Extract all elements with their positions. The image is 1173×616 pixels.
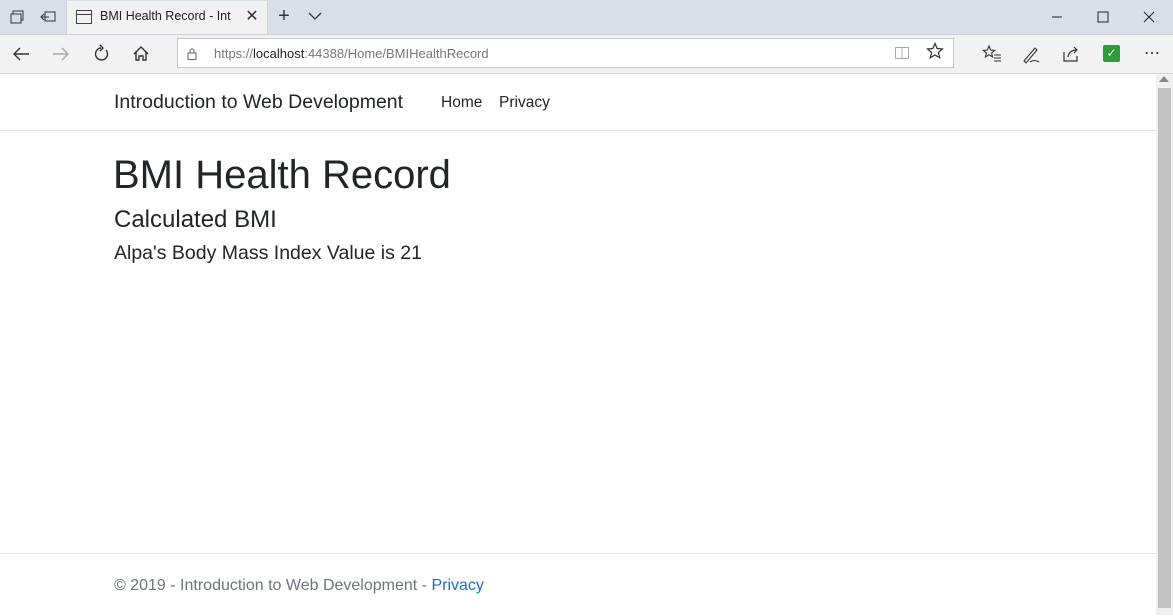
scroll-up-arrow-icon[interactable]: [1159, 76, 1169, 82]
nav-privacy-link[interactable]: Privacy: [499, 94, 550, 112]
site-brand-link[interactable]: Introduction to Web Development: [114, 91, 403, 114]
url-scheme: https://: [214, 46, 254, 61]
favorites-icon[interactable]: [981, 43, 1003, 65]
reading-view-icon[interactable]: [894, 45, 910, 61]
footer-privacy-link[interactable]: Privacy: [431, 577, 483, 594]
url-text[interactable]: https://localhost:44388/Home/BMIHealthRe…: [214, 46, 489, 61]
site-footer: © 2019 - Introduction to Web Development…: [0, 553, 1156, 616]
scrollbar-thumb[interactable]: [1158, 88, 1171, 608]
tab-actions-icon[interactable]: [9, 9, 25, 25]
extension-check-icon[interactable]: ✓: [1103, 45, 1120, 62]
home-icon[interactable]: [129, 42, 153, 66]
star-icon[interactable]: [926, 42, 944, 65]
tab-title: BMI Health Record - Int: [100, 9, 231, 23]
section-heading: Calculated BMI: [114, 206, 277, 233]
footer-copyright: © 2019 - Introduction to Web Development…: [114, 577, 432, 594]
chevron-down-icon[interactable]: [306, 8, 324, 24]
close-icon[interactable]: [1138, 6, 1160, 28]
lock-icon[interactable]: [187, 47, 197, 60]
browser-titlebar: BMI Health Record - Int ✕ +: [0, 0, 1173, 35]
page-title: BMI Health Record: [113, 153, 451, 197]
back-tabs-icon[interactable]: [40, 9, 56, 25]
share-icon[interactable]: [1060, 43, 1082, 65]
page-viewport: Introduction to Web Development Home Pri…: [0, 74, 1156, 615]
pen-icon[interactable]: [1020, 43, 1042, 65]
refresh-icon[interactable]: [89, 42, 113, 66]
more-icon[interactable]: ⋯: [1141, 43, 1163, 65]
vertical-scrollbar[interactable]: [1156, 74, 1173, 615]
new-tab-button[interactable]: +: [276, 6, 292, 26]
forward-arrow-icon[interactable]: [49, 42, 73, 66]
browser-tab[interactable]: BMI Health Record - Int ✕: [66, 1, 268, 34]
nav-home-link[interactable]: Home: [441, 94, 482, 112]
url-path: :44388/Home/BMIHealthRecord: [304, 46, 489, 61]
page-icon: [76, 10, 92, 24]
address-bar[interactable]: https://localhost:44388/Home/BMIHealthRe…: [177, 38, 954, 68]
footer-text: © 2019 - Introduction to Web Development…: [114, 577, 484, 595]
back-arrow-icon[interactable]: [9, 42, 33, 66]
site-navbar: Introduction to Web Development Home Pri…: [0, 74, 1156, 131]
url-host: localhost: [253, 46, 305, 61]
minimize-icon[interactable]: [1046, 6, 1068, 28]
bmi-result-text: Alpa's Body Mass Index Value is 21: [114, 242, 422, 264]
maximize-icon[interactable]: [1092, 6, 1114, 28]
close-tab-icon[interactable]: ✕: [243, 7, 261, 27]
browser-toolbar: https://localhost:44388/Home/BMIHealthRe…: [0, 35, 1173, 74]
